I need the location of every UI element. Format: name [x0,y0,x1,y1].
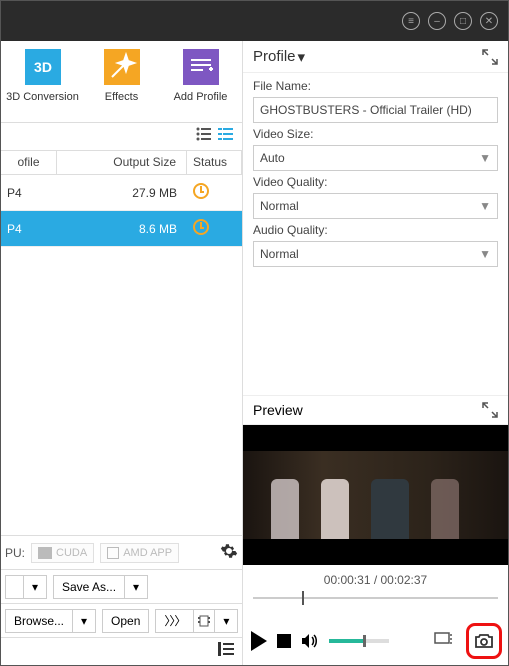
titlebar: ≡ – □ ✕ [1,1,508,41]
profile-form: File Name: GHOSTBUSTERS - Official Trail… [243,73,508,277]
pending-icon [193,219,209,235]
ribbon-label: 3D Conversion [6,91,79,103]
col-status[interactable]: Status [187,151,242,174]
screen-icon [434,632,452,646]
left-panel: 3D 3D Conversion Effects Add Profile [1,41,243,665]
seek-track [253,597,498,599]
settings-button[interactable] [220,542,238,563]
volume-slider[interactable] [329,639,389,643]
ribbon: 3D 3D Conversion Effects Add Profile [1,41,242,123]
videosize-label: Video Size: [253,127,498,141]
cell-size: 8.6 MB [57,222,187,236]
browse-button[interactable]: Browse...▾ [5,609,96,633]
add-profile-icon [181,47,221,87]
save-as-button[interactable]: Save As...▾ [53,575,148,599]
cell-profile: P4 [1,186,57,200]
profile-header: Profile ▾ [243,41,508,73]
play-button[interactable] [251,631,267,651]
videosize-select[interactable]: Auto▼ [253,145,498,171]
videoquality-select[interactable]: Normal▼ [253,193,498,219]
chevron-down-icon: ▼ [479,247,491,261]
browse-label: Browse... [6,610,73,632]
maximize-button[interactable]: □ [454,12,472,30]
seek-bar[interactable] [253,591,498,605]
preview-header: Preview [243,395,508,425]
col-output-size[interactable]: Output Size [57,151,187,174]
stop-button[interactable] [277,634,291,648]
cell-size: 27.9 MB [57,186,187,200]
speaker-icon [301,633,319,649]
col-profile[interactable]: ofile [1,151,57,174]
expand-profile-button[interactable] [482,49,498,65]
video-preview[interactable] [243,425,508,565]
audioquality-select[interactable]: Normal▼ [253,241,498,267]
nvidia-icon [38,547,52,559]
camera-icon [474,633,494,649]
right-panel: Profile ▾ File Name: GHOSTBUSTERS - Offi… [243,41,508,665]
cell-status [187,183,242,202]
save-as-label: Save As... [54,576,125,598]
table-header: ofile Output Size Status [1,151,242,175]
add-profile-button[interactable]: Add Profile [163,47,238,116]
menu-button[interactable]: ≡ [402,12,420,30]
expand-icon [482,49,498,65]
expand-preview-button[interactable] [482,402,498,418]
cuda-badge[interactable]: CUDA [31,543,94,563]
open-label: Open [103,610,148,632]
ribbon-label: Add Profile [174,91,228,103]
convert-label: 〉〉〉 [156,610,194,632]
footer-bar [1,637,242,665]
filename-input[interactable]: GHOSTBUSTERS - Official Trailer (HD) [253,97,498,123]
video-still [243,451,508,539]
snapshot-button[interactable] [466,623,502,659]
expand-icon [482,402,498,418]
view-toggle-bar [1,123,242,151]
seek-thumb[interactable] [302,591,304,605]
volume-thumb[interactable] [363,635,366,647]
table-row[interactable]: P4 27.9 MB [1,175,242,211]
detail-view-icon[interactable] [218,127,234,146]
filename-label: File Name: [253,79,498,93]
chevron-down-icon: ▼ [479,199,491,213]
gear-icon [220,542,238,560]
table-row[interactable]: P4 8.6 MB [1,211,242,247]
volume-fill [329,639,363,643]
volume-button[interactable] [301,633,319,649]
open-button[interactable]: Open [102,609,149,633]
button-row-2: Browse...▾ Open 〉〉〉 ▾ [1,603,242,637]
amd-badge[interactable]: AMD APP [100,543,179,563]
minimize-button[interactable]: – [428,12,446,30]
audioquality-label: Audio Quality: [253,223,498,237]
button-row-1: ▾ Save As...▾ [1,569,242,603]
chevron-down-icon: ▼ [479,151,491,165]
3d-conversion-button[interactable]: 3D 3D Conversion [5,47,80,116]
cube-3d-icon: 3D [23,47,63,87]
amd-icon [107,547,119,559]
left-small-dropdown[interactable]: ▾ [5,575,47,599]
convert-button[interactable]: 〉〉〉 ▾ [155,609,238,633]
preview-title: Preview [253,402,303,418]
svg-text:3D: 3D [34,59,52,75]
ribbon-label: Effects [105,91,138,103]
playback-controls [243,617,508,665]
film-icon [198,615,210,627]
close-button[interactable]: ✕ [480,12,498,30]
profile-title: Profile [253,48,296,65]
wand-icon [102,47,142,87]
cell-profile: P4 [1,222,57,236]
playback-time: 00:00:31 / 00:02:37 [243,565,508,591]
videoquality-label: Video Quality: [253,175,498,189]
cell-status [187,219,242,238]
fullscreen-button[interactable] [434,632,452,651]
gpu-bar: PU: CUDA AMD APP [1,535,242,569]
list-footer-icon[interactable] [218,642,234,661]
pending-icon [193,183,209,199]
preview-section: Preview 00:00:31 / 00:02:37 [243,395,508,665]
list-view-icon[interactable] [196,127,212,146]
effects-button[interactable]: Effects [84,47,159,116]
gpu-label: PU: [5,546,25,560]
profile-dropdown-icon[interactable]: ▾ [298,48,306,66]
